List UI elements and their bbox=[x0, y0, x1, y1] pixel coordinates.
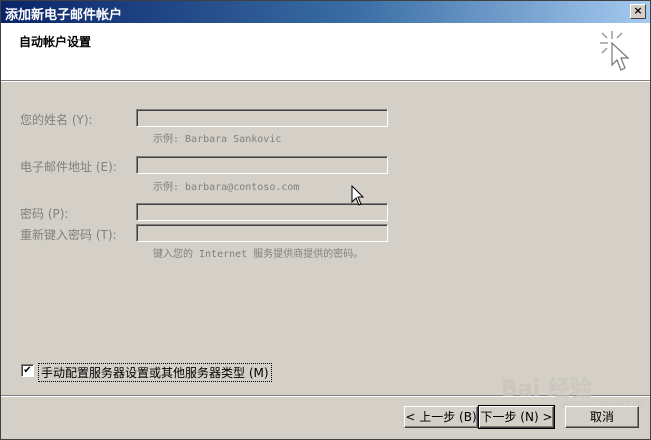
manual-config-checkbox[interactable]: ✔ bbox=[21, 364, 34, 377]
page-title: 自动帐户设置 bbox=[19, 35, 92, 49]
wizard-sparkle-cursor-icon bbox=[600, 31, 630, 71]
password-hint: 键入您的 Internet 服务提供商提供的密码。 bbox=[153, 249, 364, 260]
name-input[interactable] bbox=[136, 109, 388, 127]
mouse-cursor-icon bbox=[351, 185, 365, 206]
header-separator bbox=[1, 81, 650, 82]
close-button[interactable]: × bbox=[630, 4, 646, 19]
email-label: 电子邮件地址 (E): bbox=[20, 160, 117, 174]
header-panel: 自动帐户设置 bbox=[1, 23, 650, 81]
password-label: 密码 (P): bbox=[20, 207, 69, 221]
name-label: 您的姓名 (Y): bbox=[20, 113, 93, 127]
name-hint: 示例: Barbara Sankovic bbox=[153, 134, 282, 145]
retype-password-input[interactable] bbox=[136, 224, 388, 242]
title-bar[interactable]: 添加新电子邮件帐户 × bbox=[1, 1, 650, 23]
checkmark-icon: ✔ bbox=[23, 365, 32, 376]
manual-config-label[interactable]: 手动配置服务器设置或其他服务器类型 (M) bbox=[38, 363, 272, 382]
add-email-account-dialog: 添加新电子邮件帐户 × 自动帐户设置 您的姓名 (Y): 示例: Barbara… bbox=[0, 0, 651, 440]
email-hint: 示例: barbara@contoso.com bbox=[153, 182, 300, 193]
next-button[interactable]: 下一步 (N) > bbox=[478, 405, 555, 429]
back-button[interactable]: < 上一步 (B) bbox=[404, 406, 478, 428]
window-title: 添加新电子邮件帐户 bbox=[5, 8, 123, 23]
cancel-button[interactable]: 取消 bbox=[565, 406, 639, 428]
email-input[interactable] bbox=[136, 156, 388, 174]
retype-password-label: 重新键入密码 (T): bbox=[20, 228, 117, 242]
close-icon: × bbox=[633, 4, 643, 17]
